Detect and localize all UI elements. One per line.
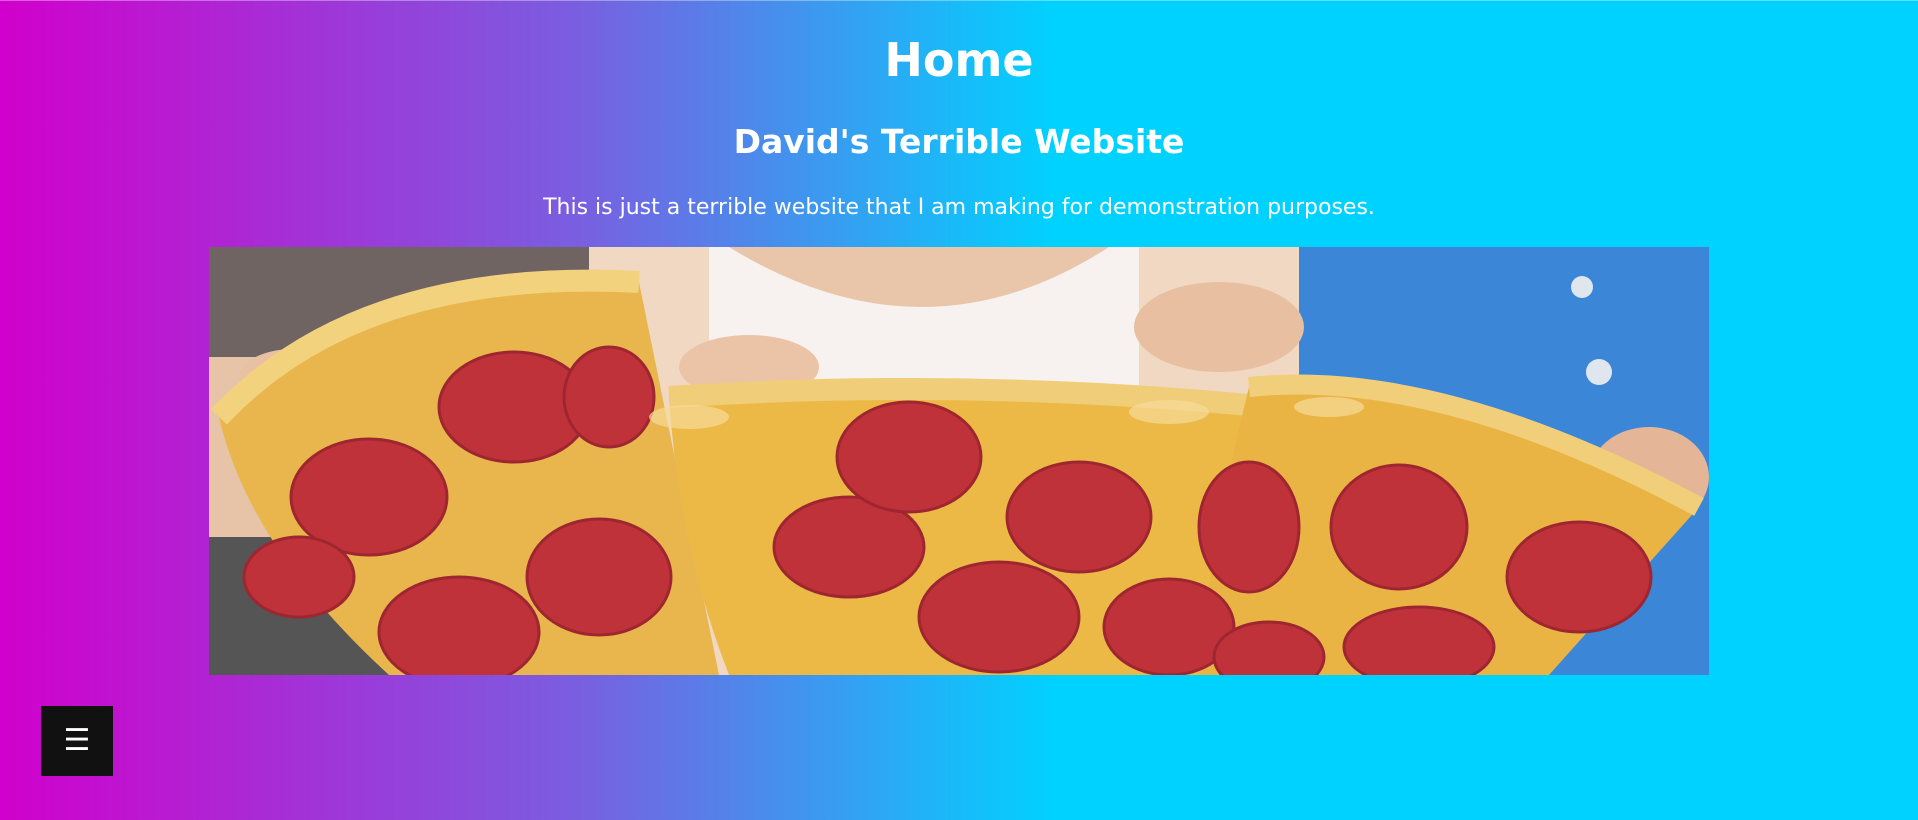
top-border xyxy=(0,0,1918,1)
site-description: This is just a terrible website that I a… xyxy=(543,195,1375,220)
page-title: Home xyxy=(884,33,1034,87)
hamburger-menu-button[interactable]: ☰ xyxy=(41,706,113,776)
hamburger-menu-icon: ☰ xyxy=(63,724,91,757)
hero-image xyxy=(209,247,1709,675)
pizza-photo-illustration xyxy=(209,247,1709,675)
site-title: David's Terrible Website xyxy=(733,122,1185,161)
